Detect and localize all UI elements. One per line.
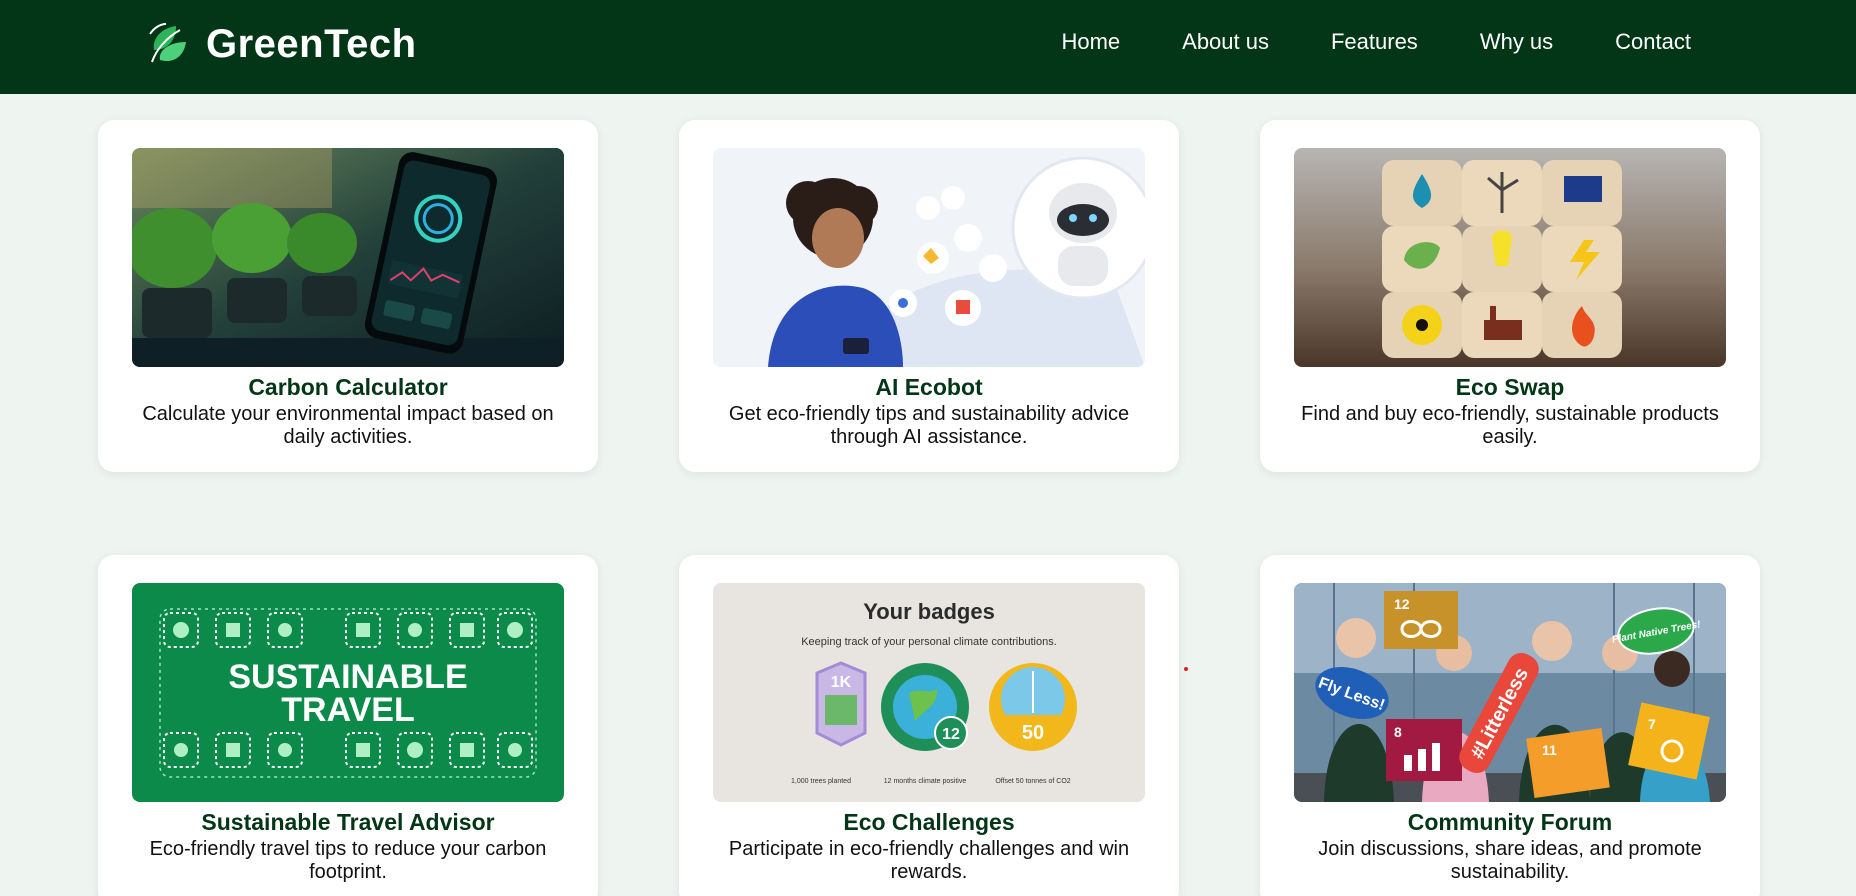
card-description: Find and buy eco-friendly, sustainable p… (1301, 403, 1719, 448)
sdg8-label: 8 (1394, 724, 1402, 740)
nav-home[interactable]: Home (1061, 28, 1120, 56)
card-title: Carbon Calculator (248, 374, 448, 400)
card-title: Eco Swap (1455, 374, 1565, 400)
card-description: Participate in eco-friendly challenges a… (728, 838, 1130, 883)
card-description: Eco-friendly travel tips to reduce your … (149, 838, 547, 883)
nav-why-us[interactable]: Why us (1480, 28, 1553, 56)
card-description: Join discussions, share ideas, and promo… (1318, 838, 1702, 883)
badges-subheading: Keeping track of your personal climate c… (801, 636, 1057, 648)
travel-image-line2: TRAVEL (281, 691, 414, 729)
community-protest-image: 12 Fly Less! 8 #Litterless 11 Plant Nati… (1294, 583, 1726, 802)
feature-card-sustainable-travel-advisor[interactable]: SUSTAINABLE TRAVEL Sustainable Travel Ad… (98, 555, 598, 896)
card-title: Community Forum (1407, 809, 1613, 835)
card-description: Calculate your environmental impact base… (142, 403, 554, 448)
feature-card-eco-swap[interactable]: Eco Swap Find and buy eco-friendly, sust… (1260, 120, 1760, 472)
top-navbar: GreenTech Home About us Features Why us … (0, 0, 1856, 94)
badge-2-caption: 12 months climate positive (884, 778, 967, 785)
card-description: Get eco-friendly tips and sustainability… (728, 403, 1130, 448)
nav-contact[interactable]: Contact (1615, 28, 1691, 56)
sdg11-label: 11 (1542, 742, 1557, 758)
phone-with-plants-image (132, 148, 564, 367)
woman-and-robot-image (713, 148, 1145, 367)
badge-3-value: 50 (1022, 722, 1044, 744)
sustainable-travel-image: SUSTAINABLE TRAVEL (132, 583, 564, 802)
nav-features[interactable]: Features (1331, 28, 1418, 56)
feature-card-community-forum[interactable]: 12 Fly Less! 8 #Litterless 11 Plant Nati… (1260, 555, 1760, 896)
badges-heading: Your badges (863, 599, 995, 624)
main-nav: Home About us Features Why us Contact (999, 28, 1691, 56)
badge-3-caption: Offset 50 tonnes of CO2 (995, 778, 1070, 785)
sdg7-label: 7 (1648, 716, 1656, 732)
sdg12-label: 12 (1394, 596, 1410, 612)
card-title: Sustainable Travel Advisor (201, 809, 495, 835)
stray-dot (1184, 667, 1188, 671)
badge-2-value: 12 (942, 726, 960, 743)
badge-1-caption: 1,000 trees planted (791, 778, 851, 785)
feature-card-ai-ecobot[interactable]: AI Ecobot Get eco-friendly tips and sust… (679, 120, 1179, 472)
feature-card-carbon-calculator[interactable]: Carbon Calculator Calculate your environ… (98, 120, 598, 472)
energy-cubes-image (1294, 148, 1726, 367)
leaf-icon (149, 23, 186, 63)
badge-1-value: 1K (831, 674, 852, 691)
card-title: AI Ecobot (875, 374, 983, 400)
card-title: Eco Challenges (843, 809, 1015, 835)
feature-card-eco-challenges[interactable]: Your badges Keeping track of your person… (679, 555, 1179, 896)
brand[interactable]: GreenTech (146, 20, 417, 68)
brand-name: GreenTech (206, 21, 417, 66)
nav-about-us[interactable]: About us (1182, 28, 1269, 56)
badges-image: Your badges Keeping track of your person… (713, 583, 1145, 802)
